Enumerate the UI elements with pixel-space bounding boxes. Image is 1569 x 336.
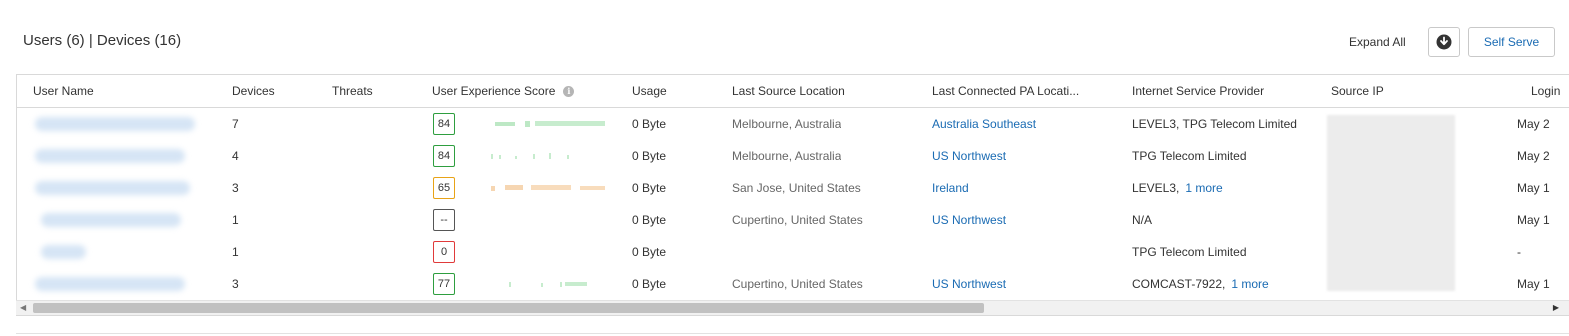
login-cell: May 2 (1517, 117, 1550, 131)
column-header-isp[interactable]: Internet Service Provider (1132, 75, 1264, 108)
isp-text: COMCAST-7922, (1132, 277, 1226, 291)
usage-cell: 0 Byte (632, 277, 667, 291)
chevron-right-icon[interactable]: ▶ (1553, 303, 1559, 312)
isp-cell: N/A (1132, 213, 1153, 227)
ux-score-badge: 65 (433, 177, 455, 199)
ux-score-sparkline (491, 153, 569, 159)
isp-more-link[interactable]: 1 more (1231, 277, 1268, 291)
table-row[interactable]: 7 84 0 Byte Melbourne, Australia Austral… (17, 108, 1569, 140)
table-row[interactable]: 3 65 0 Byte San Jose, United States Irel… (17, 172, 1569, 204)
table-header: User Name Devices Threats User Experienc… (17, 75, 1569, 108)
user-name-redacted[interactable] (41, 245, 86, 259)
download-circle-icon (1436, 34, 1452, 50)
ux-score-sparkline (495, 121, 605, 127)
isp-more-link[interactable]: 1 more (1185, 181, 1222, 195)
pa-location-cell: US Northwest (932, 204, 1006, 236)
divider (16, 333, 1569, 334)
column-header-last-source-location[interactable]: Last Source Location (732, 75, 845, 108)
user-name-redacted[interactable] (35, 117, 195, 131)
column-header-user-name[interactable]: User Name (33, 75, 94, 108)
user-name-redacted[interactable] (41, 213, 181, 227)
expand-all-button[interactable]: Expand All (1349, 35, 1406, 49)
login-cell: - (1517, 245, 1521, 259)
column-header-last-connected-pa[interactable]: Last Connected PA Locati... (932, 75, 1079, 108)
usage-cell: 0 Byte (632, 181, 667, 195)
table-row[interactable]: 1 0 0 Byte TPG Telecom Limited - (17, 236, 1569, 268)
pa-location-link[interactable]: Australia Southeast (932, 117, 1036, 131)
ux-score-label: User Experience Score (432, 84, 556, 98)
table-row[interactable]: 3 77 0 Byte Cupertino, United States US … (17, 268, 1569, 300)
isp-text: LEVEL3, (1132, 181, 1180, 195)
self-serve-button[interactable]: Self Serve (1468, 27, 1555, 57)
pa-location-link[interactable]: US Northwest (932, 213, 1006, 227)
user-name-redacted[interactable] (35, 277, 185, 291)
isp-cell: LEVEL3, 1 more (1132, 172, 1223, 204)
login-cell: May 1 (1517, 213, 1550, 227)
column-header-threats[interactable]: Threats (332, 75, 373, 108)
column-header-devices[interactable]: Devices (232, 75, 275, 108)
table-row[interactable]: 1 -- 0 Byte Cupertino, United States US … (17, 204, 1569, 236)
column-header-login[interactable]: Login (1531, 75, 1560, 108)
ux-score-badge: 77 (433, 273, 455, 295)
location-cell: Melbourne, Australia (732, 149, 842, 163)
isp-cell: TPG Telecom Limited (1132, 245, 1247, 259)
usage-cell: 0 Byte (632, 149, 667, 163)
pa-location-link[interactable]: Ireland (932, 181, 969, 195)
location-cell: San Jose, United States (732, 181, 861, 195)
ux-score-badge: 84 (433, 113, 455, 135)
login-cell: May 2 (1517, 149, 1550, 163)
pa-location-cell: US Northwest (932, 268, 1006, 300)
column-header-usage[interactable]: Usage (632, 75, 667, 108)
ux-score-badge: 84 (433, 145, 455, 167)
devices-count-cell: 1 (232, 245, 239, 259)
devices-count-cell: 3 (232, 181, 239, 195)
user-name-redacted[interactable] (35, 149, 185, 163)
usage-cell: 0 Byte (632, 117, 667, 131)
devices-count: Devices (16) (96, 32, 182, 49)
pa-location-cell: Ireland (932, 172, 969, 204)
horizontal-scrollbar[interactable]: ◀ ▶ (16, 300, 1569, 315)
ux-score-sparkline (509, 282, 587, 287)
pa-location-cell: Australia Southeast (932, 108, 1036, 140)
isp-cell: LEVEL3, TPG Telecom Limited (1132, 117, 1297, 131)
summary-title: Users (6) | Devices (16) (23, 32, 181, 49)
location-cell: Cupertino, United States (732, 213, 863, 227)
location-cell: Melbourne, Australia (732, 117, 842, 131)
pa-location-link[interactable]: US Northwest (932, 149, 1006, 163)
column-header-source-ip[interactable]: Source IP (1331, 75, 1384, 108)
devices-count-cell: 7 (232, 117, 239, 131)
ux-score-sparkline (491, 185, 605, 191)
pa-location-link[interactable]: US Northwest (932, 277, 1006, 291)
ux-score-badge: -- (433, 209, 455, 231)
users-count: Users (6) (23, 32, 85, 49)
table-row[interactable]: 4 84 0 Byte Melbourne, Australia US Nort… (17, 140, 1569, 172)
devices-count-cell: 3 (232, 277, 239, 291)
ux-score-badge: 0 (433, 241, 455, 263)
login-cell: May 1 (1517, 181, 1550, 195)
usage-cell: 0 Byte (632, 245, 667, 259)
pa-location-cell: US Northwest (932, 140, 1006, 172)
devices-count-cell: 4 (232, 149, 239, 163)
usage-cell: 0 Byte (632, 213, 667, 227)
devices-count-cell: 1 (232, 213, 239, 227)
column-header-ux-score[interactable]: User Experience Score i (432, 75, 575, 108)
chevron-left-icon[interactable]: ◀ (20, 303, 26, 312)
location-cell: Cupertino, United States (732, 277, 863, 291)
users-table: User Name Devices Threats User Experienc… (16, 74, 1569, 316)
isp-cell: TPG Telecom Limited (1132, 149, 1247, 163)
scrollbar-thumb[interactable] (33, 303, 984, 313)
title-separator: | (88, 32, 93, 49)
download-button[interactable] (1428, 27, 1460, 57)
login-cell: May 1 (1517, 277, 1550, 291)
info-icon[interactable]: i (563, 86, 575, 98)
isp-cell: COMCAST-7922, 1 more (1132, 268, 1269, 300)
user-name-redacted[interactable] (35, 181, 190, 195)
